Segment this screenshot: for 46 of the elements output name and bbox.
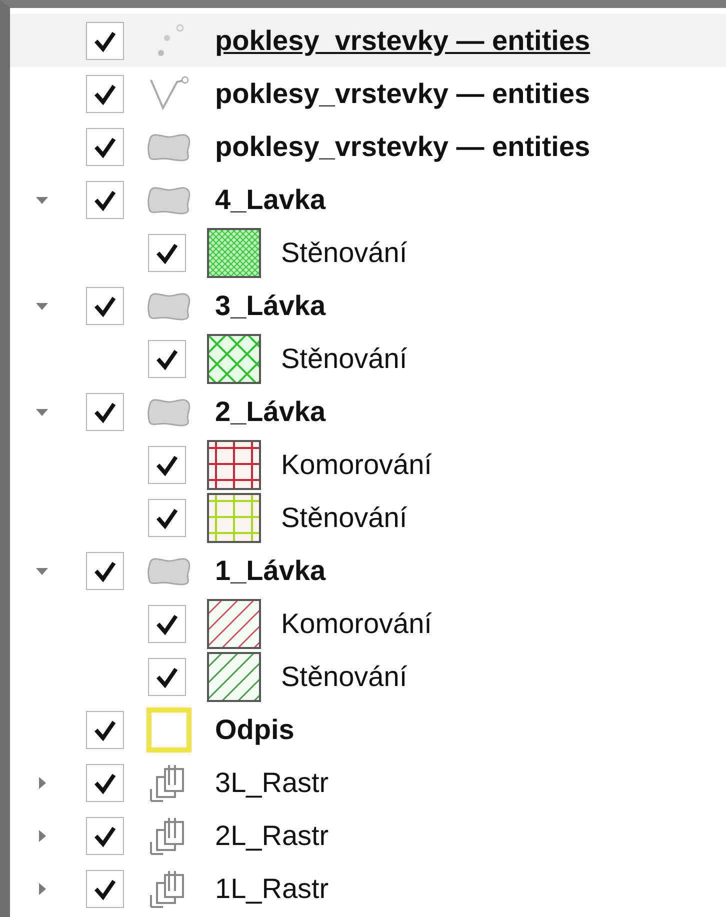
layer-row[interactable]: 2L_Rastr: [10, 809, 726, 862]
checkbox[interactable]: [86, 392, 124, 430]
checkbox[interactable]: [86, 710, 124, 748]
legend-item-label: Stěnování: [281, 342, 408, 374]
layer-row[interactable]: poklesy_vrstevky — entities: [10, 67, 726, 120]
layer-row[interactable]: 1L_Rastr: [10, 862, 726, 915]
legend-item-label: Stěnování: [281, 236, 408, 268]
legend-item-label: Stěnování: [281, 502, 408, 534]
layer-row[interactable]: 3L_Rastr: [10, 756, 726, 809]
checkbox[interactable]: [148, 498, 186, 536]
layer-name: 2L_Rastr: [215, 820, 329, 852]
layer-row[interactable]: 2_Lávka: [10, 385, 726, 438]
checkbox[interactable]: [86, 74, 124, 112]
layer-row[interactable]: Odpis: [10, 703, 726, 756]
layer-row[interactable]: 3_Lávka: [10, 279, 726, 332]
layer-row[interactable]: 1_Lávka: [10, 544, 726, 597]
checkbox[interactable]: [148, 446, 186, 484]
layer-name: poklesy_vrstevky — entities: [215, 130, 590, 162]
layer-name: 1L_Rastr: [215, 872, 329, 904]
layer-name: 3_Lávka: [215, 290, 326, 322]
layer-name: 3L_Rastr: [215, 766, 329, 798]
line-layer-icon: [149, 76, 189, 112]
checkbox[interactable]: [86, 816, 124, 854]
legend-item-label: Komorování: [281, 448, 432, 480]
layer-name: 1_Lávka: [215, 554, 326, 586]
checkbox[interactable]: [86, 764, 124, 802]
layer-row[interactable]: 4_Lavka: [10, 173, 726, 226]
checkbox[interactable]: [148, 234, 186, 272]
checkbox[interactable]: [86, 552, 124, 590]
layer-name: 4_Lavka: [215, 184, 326, 216]
checkbox[interactable]: [86, 870, 124, 908]
checkbox[interactable]: [86, 128, 124, 166]
layer-name: Odpis: [215, 714, 294, 746]
layer-row[interactable]: poklesy_vrstevky — entities: [10, 14, 726, 67]
checkbox[interactable]: [148, 340, 186, 378]
layer-name: poklesy_vrstevky — entities: [215, 24, 590, 56]
legend-item-label: Komorování: [281, 608, 432, 640]
layer-row[interactable]: poklesy_vrstevky — entities: [10, 120, 726, 173]
checkbox[interactable]: [148, 604, 186, 642]
layer-name: 2_Lávka: [215, 396, 326, 428]
checkbox[interactable]: [86, 286, 124, 324]
checkbox[interactable]: [86, 180, 124, 218]
layer-name: poklesy_vrstevky — entities: [215, 78, 590, 110]
checkbox[interactable]: [86, 22, 124, 60]
checkbox[interactable]: [148, 658, 186, 696]
legend-item-label: Stěnování: [281, 660, 408, 692]
